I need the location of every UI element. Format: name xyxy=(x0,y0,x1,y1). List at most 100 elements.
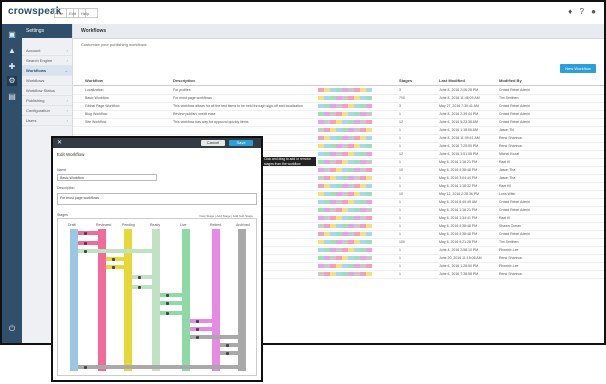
stage-color-bar xyxy=(318,216,376,220)
cancel-button[interactable]: Cancel xyxy=(201,140,225,146)
row-stage-count: 1 xyxy=(399,128,401,132)
bell-icon[interactable]: ♦ xyxy=(568,7,572,16)
col-workflow[interactable]: Workflow xyxy=(85,78,103,83)
stage-transition[interactable] xyxy=(106,257,132,261)
row-stage-count: 1 xyxy=(399,200,401,204)
stage-column-header: Archived xyxy=(236,223,250,227)
stage-transition[interactable] xyxy=(160,311,190,315)
col-stages[interactable]: Stages xyxy=(399,78,412,83)
stage-column[interactable] xyxy=(70,229,78,371)
stage-column[interactable] xyxy=(238,229,246,371)
stage-editor[interactable]: Draft Reviewed Pending Ready Live Retired Arch… xyxy=(57,218,257,376)
stage-color-bar xyxy=(318,192,376,196)
row-modified-by: Crowd Rebel Admin xyxy=(499,208,530,212)
col-last-modified[interactable]: Last Modified xyxy=(439,78,465,83)
power-icon[interactable]: ⏻ xyxy=(7,324,17,334)
stage-column[interactable] xyxy=(182,229,190,371)
sidebar-item-workflows-section[interactable]: Workflows ⌄ xyxy=(22,66,72,76)
help-icon[interactable]: ? xyxy=(579,7,583,16)
stages-label: Stages xyxy=(57,213,68,217)
stage-transition[interactable] xyxy=(160,293,190,297)
drag-handle-icon[interactable] xyxy=(84,249,87,253)
stage-column-header: Ready xyxy=(150,223,161,227)
sidebar-item-workflow-status[interactable]: Workflow Status xyxy=(22,86,72,96)
new-workflow-button[interactable]: New Workflow xyxy=(560,64,596,73)
row-last-modified: May 5, 2016 1:16:21 PM xyxy=(439,160,478,164)
drag-handle-icon[interactable] xyxy=(166,311,169,315)
drag-handle-icon[interactable] xyxy=(84,241,87,245)
stage-transition[interactable] xyxy=(160,301,190,305)
sidebar-item-publishing[interactable]: Publishing › xyxy=(22,96,72,106)
sidebar-item-users[interactable]: Users › xyxy=(22,116,72,126)
description-field[interactable]: For most page workflows xyxy=(57,193,257,205)
graph-icon[interactable]: ✚ xyxy=(7,62,17,72)
stage-transition[interactable] xyxy=(78,241,106,245)
drag-handle-icon[interactable] xyxy=(196,335,199,339)
stage-transition[interactable] xyxy=(132,285,160,289)
sidebar-item-workflows[interactable]: Workflows xyxy=(22,76,72,86)
drag-handle-icon[interactable] xyxy=(196,319,199,323)
drag-handle-icon[interactable] xyxy=(226,351,229,355)
top-tab-help[interactable]: Help xyxy=(78,8,98,18)
save-button[interactable]: Save xyxy=(229,140,253,146)
stage-color-bar xyxy=(318,200,376,204)
drag-handle-icon[interactable] xyxy=(84,231,87,235)
stage-color-bar xyxy=(318,224,376,228)
drag-handle-icon[interactable] xyxy=(196,327,199,331)
drag-handle-icon[interactable] xyxy=(226,343,229,347)
home-icon[interactable]: ▣ xyxy=(7,30,17,40)
stage-transition[interactable] xyxy=(190,319,220,323)
stage-transition[interactable] xyxy=(132,275,160,279)
row-last-modified: June 6, 2016 5:23:38 AM xyxy=(439,120,478,124)
col-description[interactable]: Description xyxy=(173,78,195,83)
row-last-modified: May 27, 2016 7:30:41 AM xyxy=(439,104,479,108)
sidebar-item-account[interactable]: Account › xyxy=(22,46,72,56)
stage-column[interactable] xyxy=(212,229,220,371)
cart-icon[interactable]: ▤ xyxy=(7,92,17,102)
stage-column-header: Pending xyxy=(122,223,135,227)
sidebar-item-search-engine[interactable]: Search Engine › xyxy=(22,56,72,66)
drag-handle-icon[interactable] xyxy=(84,365,87,369)
row-last-modified: May 5, 2016 1:34:41 PM xyxy=(439,216,478,220)
stage-transition[interactable] xyxy=(78,249,160,253)
gear-icon[interactable]: ⚙ xyxy=(7,76,17,86)
row-stage-count: 1 xyxy=(399,256,401,260)
stage-transition[interactable] xyxy=(190,327,220,331)
drag-handle-icon[interactable] xyxy=(138,275,141,279)
description-label: Description xyxy=(57,186,75,190)
user-icon[interactable]: ● xyxy=(591,7,596,16)
table-header: Workflow Description Stages Last Modifie… xyxy=(73,77,604,86)
dialog-title: Edit Workflow xyxy=(57,152,85,157)
col-modified-by[interactable]: Modified By xyxy=(499,78,522,83)
drag-handle-icon[interactable] xyxy=(166,301,169,305)
name-field[interactable]: Basic Workflow xyxy=(57,174,157,181)
stage-swatch xyxy=(366,256,372,260)
drag-handle-icon[interactable] xyxy=(112,257,115,261)
stage-swatch xyxy=(366,160,372,164)
drag-handle-icon[interactable] xyxy=(112,265,115,269)
sidebar-item-configuration[interactable]: Configuration › xyxy=(22,106,72,116)
row-modified-by: Rael Ki xyxy=(499,160,511,164)
row-description: This workflow has way for approval quick… xyxy=(173,120,249,124)
row-last-modified: May 12, 2016 2:28:36 PM xyxy=(439,192,480,196)
chart-icon[interactable]: ▲ xyxy=(7,46,17,56)
row-modified-by: Crowd Rebel Admin xyxy=(499,120,530,124)
close-icon[interactable]: ✕ xyxy=(57,139,62,146)
stage-transition[interactable] xyxy=(78,365,246,369)
page-title: Workflows xyxy=(81,28,107,34)
stage-color-bar xyxy=(318,272,376,276)
row-workflow-name: Basic Workflow xyxy=(85,96,109,100)
drag-handle-icon[interactable] xyxy=(166,293,169,297)
row-stage-count: 700 xyxy=(399,96,405,100)
stage-transition[interactable] xyxy=(220,343,246,347)
stage-color-bar xyxy=(318,88,376,92)
stage-transition[interactable] xyxy=(220,351,246,355)
row-modified-by: Jason Thi xyxy=(499,128,515,132)
sidebar-item-label: Account xyxy=(26,48,41,53)
row-stage-count: 1 xyxy=(399,184,401,188)
stage-transition[interactable] xyxy=(106,265,132,269)
row-stage-count: 1 xyxy=(399,224,401,228)
sidebar-item-label: Workflows xyxy=(26,68,47,73)
drag-handle-icon[interactable] xyxy=(138,285,141,289)
stage-transition[interactable] xyxy=(78,231,106,235)
